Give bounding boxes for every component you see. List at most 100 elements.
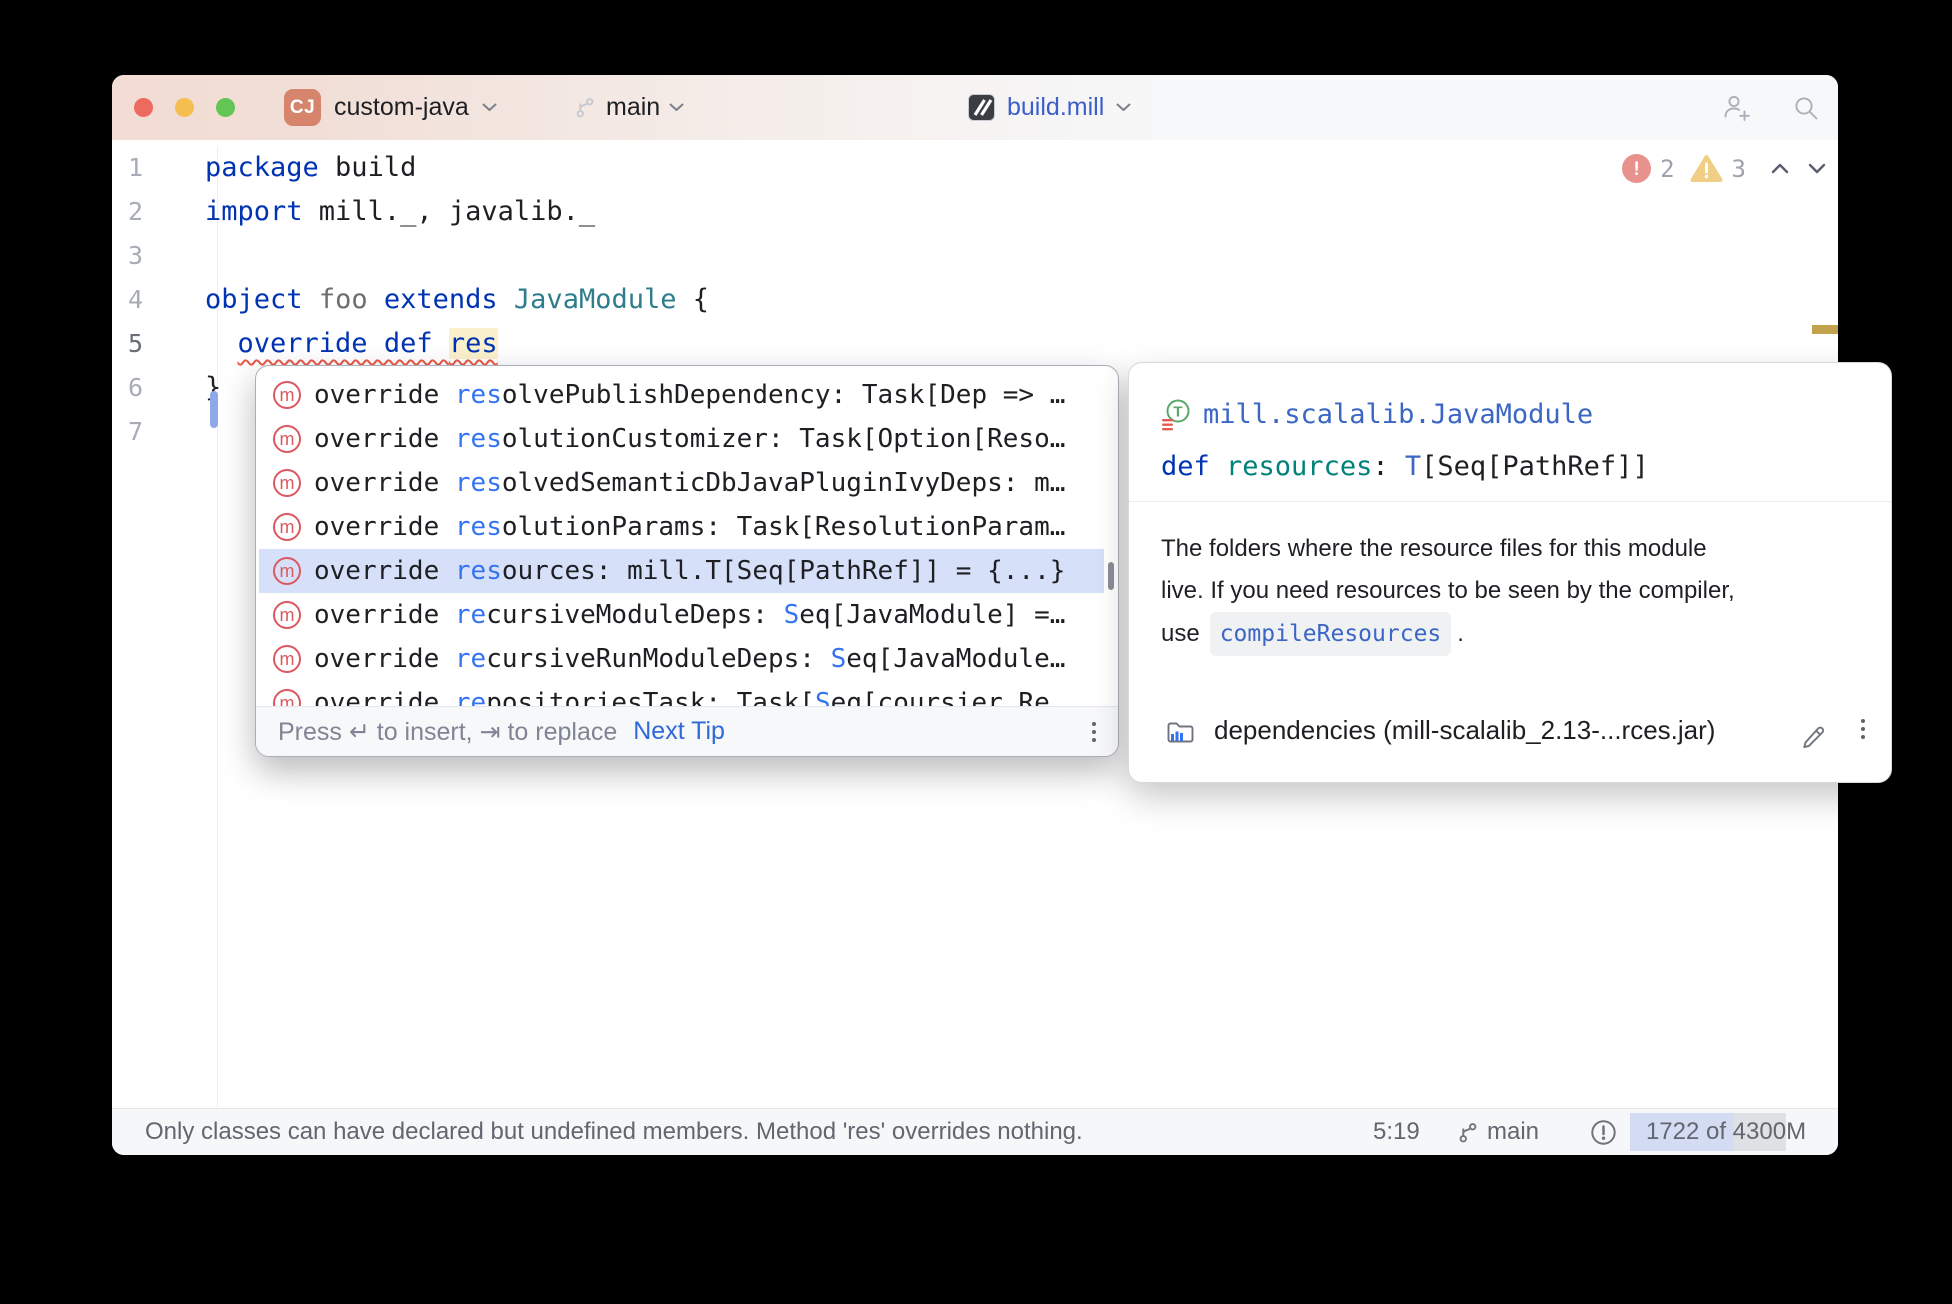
text-token: eq[JavaModule] =… — [799, 600, 1065, 630]
text-token: resources — [1226, 451, 1372, 482]
title-bar: CJ custom-java main — [112, 75, 1838, 140]
method-icon: m — [273, 601, 301, 629]
text-token — [303, 284, 319, 315]
completion-hint: Press ↵ to insert, ⇥ to replace — [278, 717, 617, 747]
doc-class-link[interactable]: mill.scalalib.JavaModule — [1203, 399, 1593, 430]
more-options-icon[interactable] — [1861, 719, 1865, 739]
doc-divider — [1129, 501, 1891, 502]
doc-signature: def resources: T[Seq[PathRef]] — [1161, 451, 1649, 482]
notifications-widget[interactable] — [1588, 1109, 1619, 1155]
vcs-widget[interactable]: main — [574, 75, 684, 140]
project-widget[interactable]: CJ custom-java — [284, 75, 497, 140]
code-line[interactable]: import mill._, javalib._ — [205, 190, 1838, 234]
doc-description: The folders where the resource files for… — [1161, 528, 1735, 656]
completion-list: moverride resolvePublishDependency: Task… — [256, 366, 1118, 713]
git-branch-widget[interactable]: main — [1457, 1109, 1539, 1155]
completion-footer: Press ↵ to insert, ⇥ to replace Next Tip — [256, 706, 1118, 756]
completion-item[interactable]: moverride resolvePublishDependency: Task… — [259, 373, 1104, 417]
text-token: override — [314, 556, 455, 586]
branch-name: main — [1487, 1118, 1539, 1146]
scrollbar-warning-stripe — [1812, 325, 1838, 334]
add-user-icon[interactable] — [1721, 93, 1752, 122]
window-controls — [134, 75, 235, 140]
text-token: olvePublishDependency: Task[Dep => … — [502, 380, 1066, 410]
completion-item[interactable]: moverride recursiveModuleDeps: Seq[JavaM… — [259, 593, 1104, 637]
text-token: JavaModule — [514, 284, 677, 315]
documentation-popup: T mill.scalalib.JavaModule def resources… — [1128, 362, 1892, 783]
code-line[interactable] — [205, 234, 1838, 278]
text-token: res — [455, 512, 502, 542]
dependency-label: dependencies (mill-scalalib_2.13-...rces… — [1214, 715, 1715, 746]
file-switcher[interactable]: build.mill — [968, 75, 1131, 140]
text-token: package — [205, 152, 319, 183]
text-token: S — [831, 644, 847, 674]
line-number: 4 — [112, 278, 217, 322]
text-token: olutionCustomizer: Task[Option[Reso… — [502, 424, 1066, 454]
text-token: olutionParams: Task[ResolutionParam… — [502, 512, 1066, 542]
text-token — [205, 328, 238, 359]
text-token: res — [449, 328, 498, 359]
doc-breadcrumb-row: T mill.scalalib.JavaModule — [1161, 397, 1593, 431]
text-token: override — [314, 424, 455, 454]
warning-icon — [1690, 154, 1723, 183]
line-number: 5 — [112, 322, 217, 366]
minimize-button[interactable] — [175, 98, 194, 117]
chevron-down-icon — [1116, 103, 1131, 112]
text-token: res — [455, 380, 502, 410]
next-problem-button[interactable] — [1808, 163, 1826, 174]
project-badge: CJ — [284, 89, 321, 126]
completion-item[interactable]: moverride resources: mill.T[Seq[PathRef]… — [259, 549, 1104, 593]
text-token: S — [784, 600, 800, 630]
chevron-down-icon — [482, 103, 497, 112]
warning-count: 3 — [1732, 155, 1746, 183]
text-token: override — [314, 644, 455, 674]
text-token: mill._, javalib._ — [303, 196, 596, 227]
error-icon: ! — [1622, 154, 1651, 183]
code-reference-chip[interactable]: compileResources — [1210, 612, 1452, 656]
git-branch-icon — [574, 96, 597, 119]
next-tip-link[interactable]: Next Tip — [633, 717, 725, 746]
text-token: cursiveRunModuleDeps: — [486, 644, 830, 674]
library-folder-icon — [1165, 717, 1196, 745]
branch-name: main — [606, 93, 660, 122]
text-token: override def — [238, 328, 449, 359]
text-token — [498, 284, 514, 315]
memory-text: 1722 of 4300M — [1630, 1113, 1822, 1151]
error-count: 2 — [1660, 155, 1674, 183]
search-icon[interactable] — [1792, 94, 1820, 122]
code-line[interactable]: object foo extends JavaModule { — [205, 278, 1838, 322]
completion-popup: moverride resolvePublishDependency: Task… — [255, 365, 1119, 757]
code-line[interactable]: package build — [205, 146, 1838, 190]
status-message: Only classes can have declared but undef… — [145, 1109, 1083, 1155]
more-options-icon[interactable] — [1092, 722, 1096, 742]
text-token: res — [455, 424, 502, 454]
desktop-background: CJ custom-java main — [0, 0, 1952, 1304]
completion-scrollbar-thumb[interactable] — [1108, 562, 1114, 590]
doc-text-line: live. If you need resources to be seen b… — [1161, 570, 1735, 612]
close-button[interactable] — [134, 98, 153, 117]
line-number: 1 — [112, 146, 217, 190]
completion-item[interactable]: moverride resolvedSemanticDbJavaPluginIv… — [259, 461, 1104, 505]
line-number: 2 — [112, 190, 217, 234]
inspections-widget[interactable]: ! 2 3 — [1622, 154, 1826, 183]
text-token: res — [455, 556, 502, 586]
zoom-button[interactable] — [216, 98, 235, 117]
text-token: object — [205, 284, 303, 315]
line-number: 3 — [112, 234, 217, 278]
completion-item[interactable]: moverride resolutionCustomizer: Task[Opt… — [259, 417, 1104, 461]
doc-dependency-row: dependencies (mill-scalalib_2.13-...rces… — [1165, 715, 1715, 746]
completion-item[interactable]: moverride recursiveRunModuleDeps: Seq[Ja… — [259, 637, 1104, 681]
completion-item[interactable]: moverride resolutionParams: Task[Resolut… — [259, 505, 1104, 549]
file-name: build.mill — [1007, 93, 1104, 122]
chevron-down-icon — [669, 103, 684, 112]
mill-file-icon — [968, 94, 995, 121]
edit-source-icon[interactable] — [1800, 721, 1827, 748]
text-token: re — [455, 644, 486, 674]
caret-position-widget[interactable]: 5:19 — [1373, 1109, 1420, 1155]
text-token: olvedSemanticDbJavaPluginIvyDeps: m… — [502, 468, 1066, 498]
memory-indicator[interactable]: 1722 of 4300M — [1630, 1113, 1822, 1151]
text-token: override — [314, 380, 455, 410]
line-number: 6 — [112, 366, 217, 410]
previous-problem-button[interactable] — [1771, 163, 1789, 174]
code-line[interactable]: override def res — [205, 322, 1838, 366]
